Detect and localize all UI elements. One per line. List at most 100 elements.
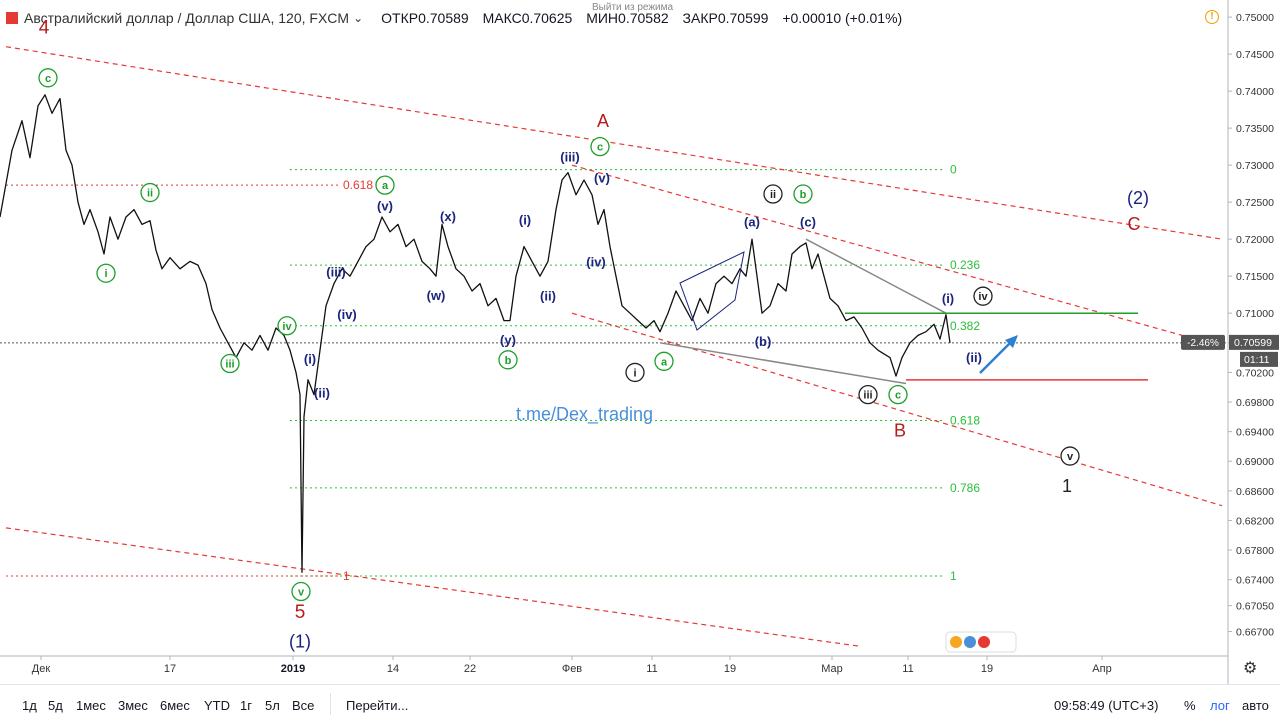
wave-label-text: (ii) bbox=[966, 350, 982, 365]
wave-label-text: iv bbox=[282, 321, 292, 333]
wave-label-text: (i) bbox=[942, 291, 954, 306]
wave-label-text: (x) bbox=[440, 209, 456, 224]
timeframe-ytd[interactable]: YTD bbox=[204, 698, 230, 713]
price-tick-label: 0.71000 bbox=[1236, 308, 1274, 320]
clock: 09:58:49 (UTC+3) bbox=[1054, 698, 1159, 713]
wave-label: (b) bbox=[755, 334, 772, 349]
price-tick-label: 0.72000 bbox=[1236, 234, 1274, 246]
wave-label-text: c bbox=[895, 390, 901, 402]
timeframe-3m[interactable]: 3мес bbox=[118, 698, 148, 713]
price-tick-label: 0.68200 bbox=[1236, 515, 1274, 527]
wave-label: (iv) bbox=[586, 255, 606, 270]
wave-label: a bbox=[654, 351, 674, 371]
price-line bbox=[0, 94, 951, 573]
change-badge-text: -2.46% bbox=[1187, 338, 1219, 349]
wave-label-text: (w) bbox=[427, 288, 446, 303]
wave-label: 4 bbox=[39, 17, 50, 38]
price-tick-label: 0.69800 bbox=[1236, 397, 1274, 409]
time-tick-label: 17 bbox=[164, 663, 176, 675]
wave-label-text: (b) bbox=[755, 334, 772, 349]
price-tick-label: 0.69000 bbox=[1236, 456, 1274, 468]
wave-label-text: (iv) bbox=[586, 255, 606, 270]
time-tick-label: 11 bbox=[646, 663, 657, 675]
price-tick-label: 0.70200 bbox=[1236, 367, 1274, 379]
wave-label: (v) bbox=[377, 198, 393, 213]
auto-toggle[interactable]: авто bbox=[1242, 698, 1269, 713]
chart-grid bbox=[0, 0, 1229, 684]
wave-label: (ii) bbox=[540, 289, 556, 304]
price-axis[interactable]: 0.75000 0.74500 0.74000 0.73500 0.73000 0.725… bbox=[1228, 12, 1274, 638]
price-tick-label: 0.71500 bbox=[1236, 271, 1274, 283]
wave-label-text: ii bbox=[147, 188, 153, 200]
price-tick-label: 0.67800 bbox=[1236, 545, 1274, 557]
timeframe-all[interactable]: Все bbox=[292, 698, 314, 713]
wave-label: iv bbox=[277, 316, 297, 336]
price-badge-text: 0.70599 bbox=[1234, 337, 1272, 349]
wave-label-text: ii bbox=[770, 189, 776, 201]
timeframe-1d[interactable]: 1д bbox=[22, 698, 37, 713]
percent-toggle[interactable]: % bbox=[1184, 698, 1196, 713]
wave-label-text: (v) bbox=[377, 198, 393, 213]
wave-label-text: c bbox=[45, 73, 51, 85]
countdown-text: 01:11 bbox=[1244, 354, 1270, 366]
fib-level-label: 0.618 bbox=[950, 414, 980, 428]
time-tick-label: 19 bbox=[724, 663, 736, 675]
wave-label-text: (2) bbox=[1127, 188, 1149, 208]
watermark-text: t.me/Dex_trading bbox=[516, 404, 653, 425]
wave-label: (1) bbox=[289, 631, 311, 651]
timeframe-1m[interactable]: 1мес bbox=[76, 698, 106, 713]
wave-label: (iv) bbox=[337, 307, 357, 322]
wave-label: ii bbox=[763, 184, 783, 204]
wave-label-text: 4 bbox=[39, 17, 50, 38]
wave-label: b bbox=[793, 184, 813, 204]
wave-label: c bbox=[38, 68, 58, 88]
trend-lines bbox=[5, 46, 1223, 647]
time-tick-label: 14 bbox=[387, 663, 399, 675]
wave-label-text: iii bbox=[225, 359, 234, 371]
wave-label: iii bbox=[220, 353, 240, 374]
price-tick-label: 0.69400 bbox=[1236, 427, 1274, 439]
wave-label-text: b bbox=[505, 355, 512, 367]
trend-line bbox=[659, 342, 907, 385]
wave-label: (i) bbox=[519, 212, 531, 227]
wave-label: a bbox=[375, 175, 395, 195]
timeframe-5d[interactable]: 5д bbox=[48, 698, 63, 713]
wave-label-text: v bbox=[1067, 451, 1074, 463]
trend-line bbox=[5, 46, 1223, 240]
price-tick-label: 0.68600 bbox=[1236, 486, 1274, 498]
time-tick-label: Дек bbox=[32, 663, 51, 675]
fib-level-label: 0 bbox=[950, 163, 957, 177]
time-tick-label: 22 bbox=[464, 663, 476, 675]
wave-annotations: 4ciiiiiiivv5(1)(i)(ii)(iii)(iv)a(v)(x)(w… bbox=[38, 17, 1149, 651]
wave-label-text: (i) bbox=[519, 212, 531, 227]
wave-label: (y) bbox=[500, 332, 516, 347]
wave-label: v bbox=[291, 581, 311, 602]
timeframe-6m[interactable]: 6мес bbox=[160, 698, 190, 713]
wave-label: (ii) bbox=[966, 350, 982, 365]
wave-label: (i) bbox=[304, 352, 316, 367]
bottom-toolbar: 1д 5д 1мес 3мес 6мес YTD 1г 5л Все Перей… bbox=[0, 684, 1280, 721]
wave-label-text: b bbox=[800, 189, 807, 201]
price-tick-label: 0.73500 bbox=[1236, 123, 1274, 135]
price-chart[interactable]: 0 0.236 0.382 0.618 0.786 1 0.618 1 t.me/Dex_tr… bbox=[0, 0, 1280, 684]
wave-label: ii bbox=[140, 182, 160, 203]
wave-label: i bbox=[625, 362, 645, 383]
wave-label: iv bbox=[973, 286, 993, 306]
time-axis: Дек 17 2019 14 22 Фев 11 19 Мар 11 19 Апр bbox=[32, 656, 1112, 675]
wave-label-text: c bbox=[597, 142, 603, 154]
price-tick-label: 0.66700 bbox=[1236, 626, 1274, 638]
mini-events-icon[interactable] bbox=[945, 631, 1017, 653]
timeframe-1y[interactable]: 1г bbox=[240, 698, 252, 713]
wave-label: b bbox=[498, 350, 518, 370]
log-toggle[interactable]: лог bbox=[1210, 698, 1230, 713]
fib-level-label: 0.236 bbox=[950, 258, 980, 272]
goto-date-button[interactable]: Перейти... bbox=[346, 698, 408, 713]
wave-label-text: (iii) bbox=[560, 150, 580, 165]
timeframe-5y[interactable]: 5л bbox=[265, 698, 280, 713]
watermark: t.me/Dex_trading bbox=[516, 404, 653, 425]
wave-label-text: a bbox=[661, 356, 668, 368]
settings-gear-icon[interactable]: ⚙ bbox=[1243, 658, 1257, 678]
price-tick-label: 0.67400 bbox=[1236, 575, 1274, 587]
wave-label: C bbox=[1128, 214, 1141, 234]
wave-label-text: iii bbox=[863, 390, 872, 402]
